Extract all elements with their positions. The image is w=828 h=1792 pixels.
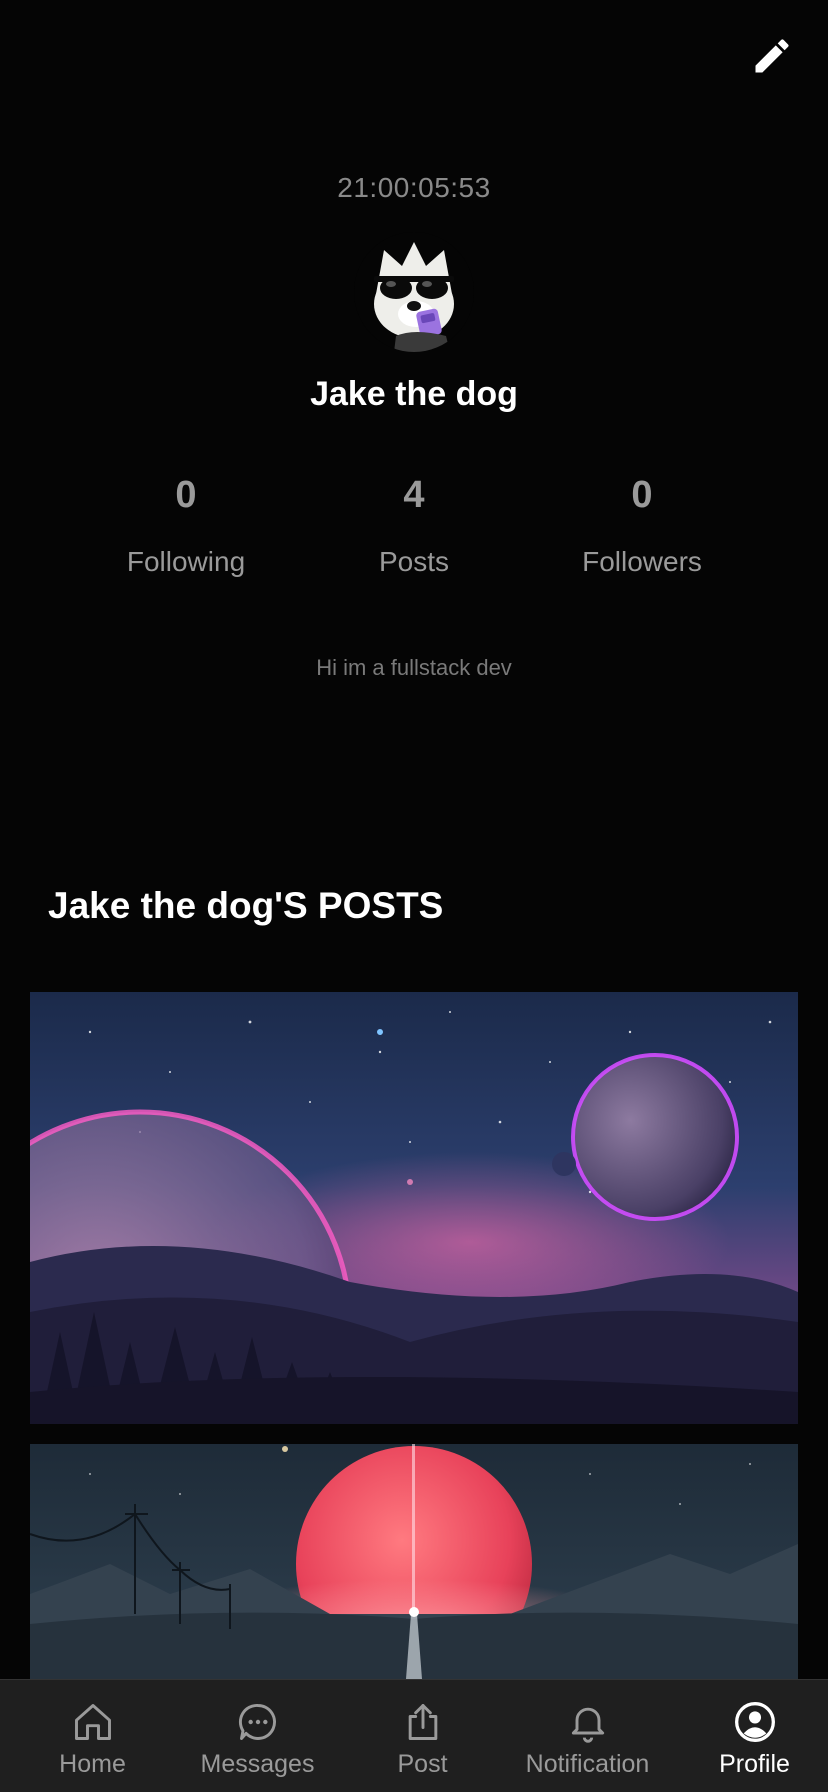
stat-posts-count: 4 (403, 474, 425, 516)
profile-bio: Hi im a fullstack dev (316, 655, 512, 680)
bell-icon (571, 1707, 604, 1743)
post-image (30, 992, 798, 1424)
stat-following-label: Following (126, 546, 246, 577)
nav-messages[interactable]: Messages (175, 1680, 340, 1792)
nav-notification-label: Notification (525, 1750, 650, 1778)
profile-username: Jake the dog (310, 375, 518, 413)
user-circle-icon (734, 1702, 775, 1742)
post-image (30, 1444, 798, 1679)
stat-followers[interactable]: 0 Followers (522, 470, 762, 578)
post-card[interactable] (30, 1444, 798, 1679)
countdown-timer: 21:00:05:53 (337, 172, 491, 203)
bottom-navigation: Home Messages Post Notification Profile (0, 1679, 828, 1792)
stat-posts[interactable]: 4 Posts (294, 470, 534, 578)
nav-notification[interactable]: Notification (505, 1680, 670, 1792)
dog-avatar-icon (354, 232, 474, 352)
nav-post[interactable]: Post (340, 1680, 505, 1792)
stat-posts-label: Posts (378, 546, 450, 577)
nav-post-label: Post (397, 1750, 448, 1778)
nav-home-label: Home (59, 1750, 126, 1778)
profile-stats: 0 Following 4 Posts 0 Followers (0, 470, 828, 590)
edit-profile-button[interactable] (746, 30, 798, 82)
nav-messages-label: Messages (200, 1750, 315, 1778)
post-card[interactable] (30, 992, 798, 1424)
home-icon (74, 1704, 111, 1740)
avatar[interactable] (354, 232, 474, 352)
profile-screen: 21:00:05:53 Jake the dog 0 Following 4 P… (0, 0, 828, 1792)
upload-icon (408, 1704, 437, 1740)
nav-profile[interactable]: Profile (672, 1680, 828, 1792)
stat-followers-count: 0 (631, 474, 653, 516)
stat-following-count: 0 (175, 474, 197, 516)
chat-bubble-icon (238, 1704, 276, 1740)
nav-home[interactable]: Home (10, 1680, 175, 1792)
nav-profile-label: Profile (719, 1750, 790, 1778)
posts-section-heading: Jake the dog'S POSTS (48, 885, 444, 926)
stat-followers-label: Followers (582, 546, 702, 577)
pencil-icon (755, 39, 789, 73)
stat-following[interactable]: 0 Following (66, 470, 306, 578)
